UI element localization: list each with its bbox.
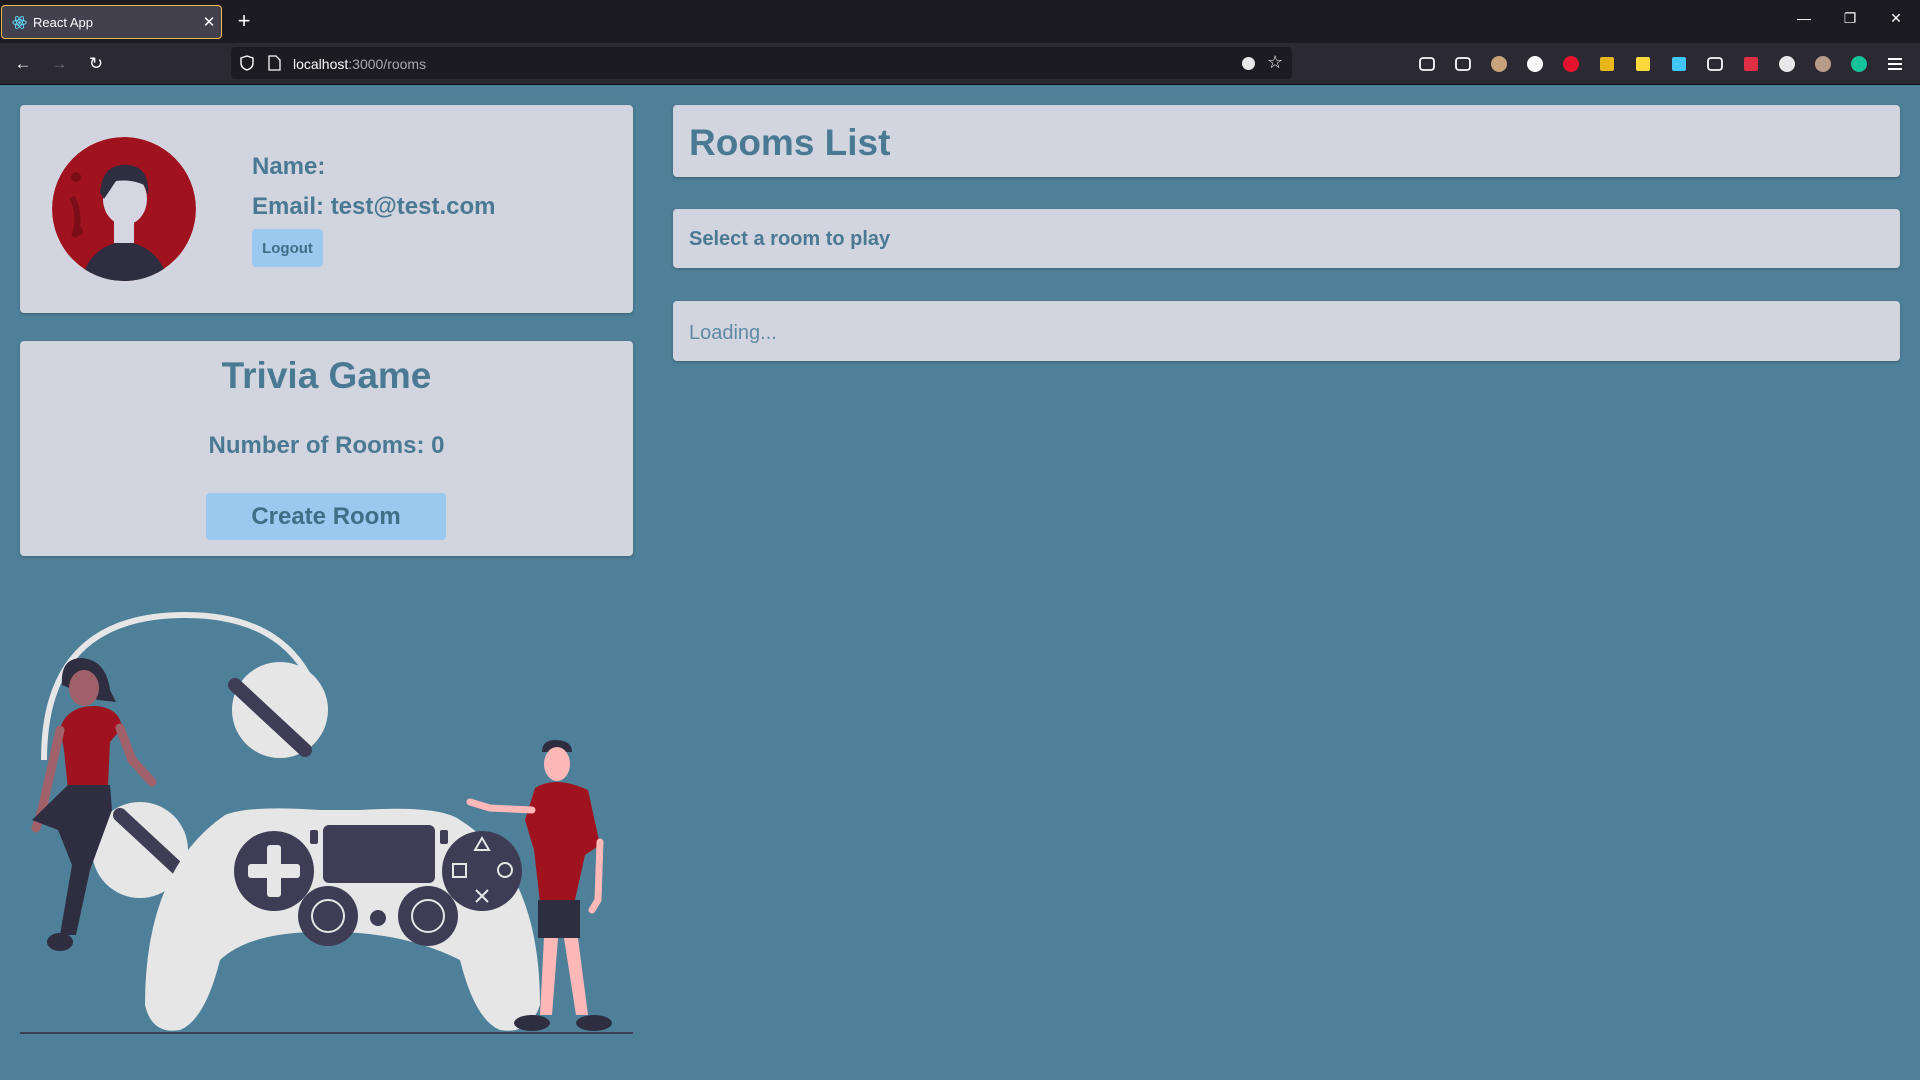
- react-icon: [12, 16, 27, 29]
- gaming-illustration: [20, 611, 633, 1034]
- url-text: localhost:3000/rooms: [293, 56, 426, 72]
- logout-button[interactable]: Logout: [252, 229, 323, 267]
- close-tab-icon[interactable]: ✕: [200, 13, 218, 31]
- library-icon[interactable]: [1598, 55, 1616, 73]
- create-room-button[interactable]: Create Room: [206, 493, 446, 540]
- profile-email: Email: test@test.com: [252, 193, 496, 220]
- notes-icon[interactable]: [1634, 55, 1652, 73]
- forward-icon[interactable]: →: [48, 53, 70, 75]
- avatar-ext-icon[interactable]: [1490, 55, 1508, 73]
- rooms-list-subtitle-card: Select a room to play: [673, 209, 1900, 268]
- avatar: [52, 137, 196, 281]
- loading-status: Loading...: [689, 322, 777, 344]
- shield-ext-icon[interactable]: [1742, 55, 1760, 73]
- new-tab-icon[interactable]: +: [234, 8, 254, 34]
- tab-bar: React App ✕ + — ❐ ✕: [0, 0, 1920, 43]
- nav-bar: ← → ↻ localhost:3000/rooms ☆: [0, 43, 1920, 85]
- address-bar[interactable]: localhost:3000/rooms ☆: [231, 47, 1292, 79]
- rooms-list-header: Rooms List: [673, 105, 1900, 177]
- trivia-title: Trivia Game: [221, 355, 432, 396]
- adblock-icon[interactable]: [1562, 55, 1580, 73]
- url-path: :3000/rooms: [348, 56, 427, 72]
- rooms-list-status-card: Loading...: [673, 301, 1900, 361]
- save-icon[interactable]: [1670, 55, 1688, 73]
- circle-ext-icon[interactable]: [1778, 55, 1796, 73]
- download-icon[interactable]: [1454, 55, 1472, 73]
- mask-ext-icon[interactable]: [1814, 55, 1832, 73]
- menu-icon[interactable]: [1886, 55, 1904, 73]
- close-window-icon[interactable]: ✕: [1886, 10, 1906, 27]
- pocket-icon[interactable]: [1418, 55, 1436, 73]
- cookie-icon[interactable]: [1526, 55, 1544, 73]
- restore-icon[interactable]: ❐: [1840, 10, 1860, 27]
- reader-dot-icon[interactable]: [1242, 57, 1255, 70]
- profile-card: Name: Email: test@test.com Logout: [20, 105, 633, 313]
- url-host: localhost: [293, 56, 349, 72]
- minimize-icon[interactable]: —: [1794, 10, 1814, 26]
- shield-icon[interactable]: [239, 55, 255, 71]
- rooms-list-subtitle: Select a room to play: [689, 228, 891, 250]
- tab-title: React App: [33, 15, 93, 30]
- screen-icon[interactable]: [1706, 55, 1724, 73]
- profile-name: Name:: [252, 153, 326, 180]
- bookmark-star-icon[interactable]: ☆: [1267, 52, 1283, 73]
- trivia-card: Trivia Game Number of Rooms: 0 Create Ro…: [20, 341, 633, 556]
- grammarly-icon[interactable]: [1850, 55, 1868, 73]
- reload-icon[interactable]: ↻: [85, 53, 107, 75]
- rooms-count: Number of Rooms: 0: [208, 432, 445, 459]
- page-icon: [268, 55, 281, 71]
- browser-tab[interactable]: React App ✕: [1, 5, 222, 39]
- back-icon[interactable]: ←: [12, 53, 34, 75]
- rooms-list-title: Rooms List: [689, 122, 891, 163]
